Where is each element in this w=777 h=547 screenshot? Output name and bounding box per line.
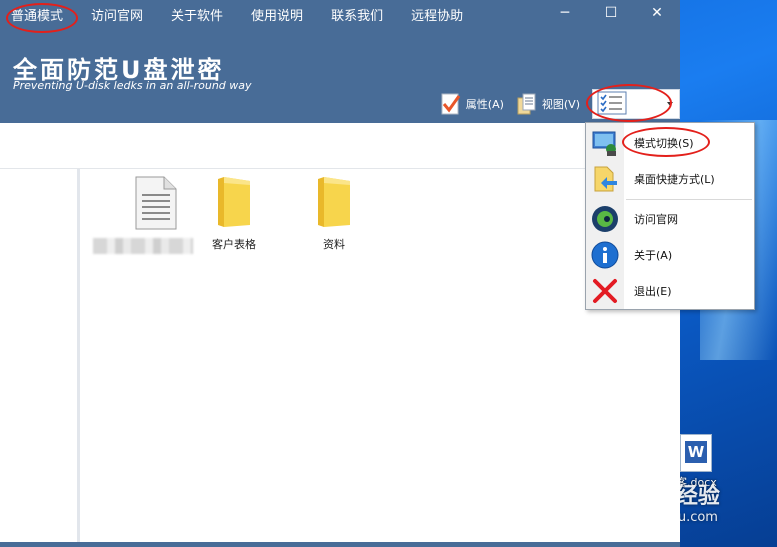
file-name: 客户表格 [212,238,256,251]
document-icon [135,176,177,230]
file-item-materials[interactable]: 资料 [294,175,374,252]
properties-button[interactable]: 属性(A) [434,88,510,120]
desktop-shortcut-icon [586,161,624,197]
file-name: 资料 [323,238,345,251]
menu-item-label: 关于(A) [634,249,673,262]
menu-item-about[interactable]: 关于(A) [586,237,754,273]
file-item-customer-sheet[interactable]: 客户表格 [194,175,274,252]
window-bottom-border [0,542,680,547]
left-navigation-pane [0,169,80,547]
menu-item-visit-website[interactable]: 访问官网 [586,201,754,237]
app-subtitle: Preventing U-disk ledks in an all-round … [13,79,252,92]
app-window: 普通模式 访问官网 关于软件 使用说明 联系我们 远程协助 ─ ☐ ✕ 全面防范… [0,0,680,547]
blurred-file-name [93,238,193,254]
view-label: 视图(V) [541,98,580,111]
menu-item-label: 桌面快捷方式(L) [634,173,715,186]
checkmark-document-icon [440,92,462,116]
exit-icon [586,273,624,309]
menu-about-software[interactable]: 关于软件 [157,0,237,34]
annotation-oval-menu-button [586,84,672,122]
app-header: 普通模式 访问官网 关于软件 使用说明 联系我们 远程协助 ─ ☐ ✕ 全面防范… [0,0,680,123]
annotation-oval-normal-mode [6,3,78,33]
menu-item-desktop-shortcut[interactable]: 桌面快捷方式(L) [586,161,754,197]
minimize-button[interactable]: ─ [542,0,588,28]
menu-remote-assist[interactable]: 远程协助 [397,0,477,34]
window-controls: ─ ☐ ✕ [542,0,680,28]
properties-label: 属性(A) [465,98,504,111]
mode-switch-icon [586,125,624,161]
view-button[interactable]: 视图(V) [510,88,586,120]
menu-item-label: 访问官网 [634,213,678,226]
menu-item-label: 退出(E) [634,285,672,298]
visit-website-icon [586,201,624,237]
info-icon [586,237,624,273]
annotation-oval-mode-switch [622,127,710,157]
menu-item-exit[interactable]: 退出(E) [586,273,754,309]
maximize-button[interactable]: ☐ [588,0,634,28]
address-bar [0,123,680,169]
view-pages-icon [516,92,538,116]
menu-contact-us[interactable]: 联系我们 [317,0,397,34]
file-item-document[interactable] [93,175,193,254]
close-button[interactable]: ✕ [634,0,680,28]
menu-separator [626,199,752,200]
folder-icon [218,177,250,227]
menu-usage-guide[interactable]: 使用说明 [237,0,317,34]
folder-icon [318,177,350,227]
word-document-icon [680,434,712,472]
menu-visit-website[interactable]: 访问官网 [77,0,157,34]
